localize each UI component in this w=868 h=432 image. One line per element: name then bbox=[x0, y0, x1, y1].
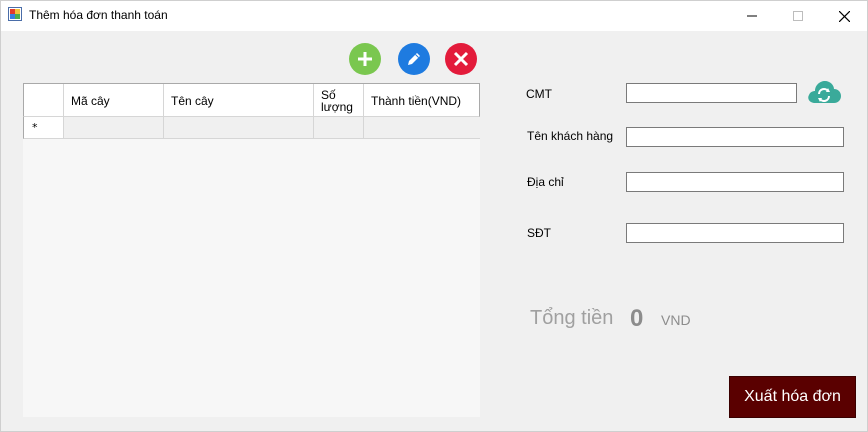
total-unit: VND bbox=[661, 312, 691, 328]
column-header-thanh-tien[interactable]: Thành tiền(VND) bbox=[364, 84, 480, 117]
plus-icon bbox=[358, 52, 372, 66]
close-icon bbox=[838, 10, 850, 22]
cell-ma-cay[interactable] bbox=[64, 117, 164, 138]
edit-button[interactable] bbox=[398, 43, 430, 75]
app-window: Thêm hóa đơn thanh toán Mã cây Tên cây S… bbox=[0, 0, 868, 432]
cmt-label: CMT bbox=[526, 87, 552, 101]
address-input[interactable] bbox=[626, 172, 844, 192]
maximize-button[interactable] bbox=[775, 1, 821, 31]
window-title: Thêm hóa đơn thanh toán bbox=[29, 8, 168, 22]
minimize-icon bbox=[747, 15, 757, 17]
address-label: Địa chỉ bbox=[527, 175, 564, 189]
title-bar: Thêm hóa đơn thanh toán bbox=[1, 1, 867, 31]
cmt-input[interactable] bbox=[626, 83, 797, 103]
customer-name-label: Tên khách hàng bbox=[527, 129, 614, 143]
cell-thanh-tien[interactable] bbox=[364, 117, 480, 138]
invoice-grid[interactable]: Mã cây Tên cây Số lượng Thành tiền(VND) … bbox=[23, 83, 480, 417]
phone-input[interactable] bbox=[626, 223, 844, 243]
phone-label: SĐT bbox=[527, 226, 551, 240]
x-icon bbox=[453, 51, 469, 67]
cell-ten-cay[interactable] bbox=[164, 117, 314, 138]
total-label: Tổng tiền bbox=[530, 307, 614, 329]
app-icon bbox=[8, 7, 22, 21]
row-header-cell[interactable]: * bbox=[24, 117, 64, 138]
cloud-refresh-icon bbox=[808, 81, 841, 103]
refresh-button[interactable] bbox=[807, 79, 841, 105]
column-header-so-luong-line2: lượng bbox=[321, 99, 353, 114]
pencil-icon bbox=[408, 53, 420, 65]
column-header-ten-cay[interactable]: Tên cây bbox=[164, 84, 314, 117]
grid-header: Mã cây Tên cây Số lượng Thành tiền(VND) bbox=[23, 83, 480, 117]
maximize-icon bbox=[793, 11, 803, 21]
add-button[interactable] bbox=[349, 43, 381, 75]
row-header-column bbox=[24, 84, 64, 117]
export-invoice-button[interactable]: Xuất hóa đơn bbox=[729, 376, 856, 418]
customer-name-input[interactable] bbox=[626, 127, 844, 147]
new-row-marker: * bbox=[32, 121, 38, 134]
column-header-ma-cay[interactable]: Mã cây bbox=[64, 84, 164, 117]
minimize-button[interactable] bbox=[729, 1, 775, 31]
close-button[interactable] bbox=[821, 1, 867, 31]
column-header-so-luong[interactable]: Số lượng bbox=[314, 84, 364, 117]
cell-so-luong[interactable] bbox=[314, 117, 364, 138]
delete-button[interactable] bbox=[445, 43, 477, 75]
column-header-so-luong-line1: Số bbox=[321, 87, 336, 102]
table-row[interactable]: * bbox=[23, 117, 480, 139]
total-value: 0 bbox=[630, 305, 644, 332]
